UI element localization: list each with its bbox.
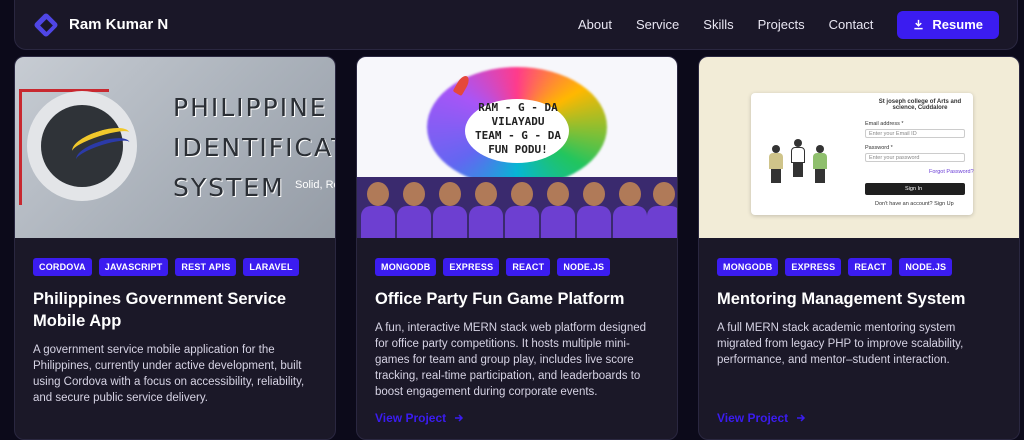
resume-label: Resume [932, 17, 983, 32]
forgot-password-link: Forgot Password? [929, 169, 974, 175]
email-label: Email address * [865, 121, 904, 127]
signin-button-label: Sign In [905, 186, 923, 192]
image-text-line: PHILIPPINE [173, 93, 328, 122]
nav-link-contact[interactable]: Contact [829, 17, 874, 32]
nav-link-projects[interactable]: Projects [758, 17, 805, 32]
brand-logo[interactable]: Ram Kumar N [33, 11, 169, 38]
nav-links: About Service Skills Projects Contact Re… [578, 10, 999, 39]
tech-tags: MONGODB EXPRESS REACT NODE.JS [375, 258, 659, 276]
project-description: A government service mobile application … [33, 344, 305, 404]
nav-link-about[interactable]: About [578, 17, 612, 32]
view-project-label: View Project [717, 411, 789, 425]
image-text-line: SYSTEM [173, 173, 285, 202]
image-text-line: IDENTIFICATI [173, 133, 335, 162]
login-form-preview: St joseph college of Arts and science, C… [751, 93, 974, 215]
tech-tags: MONGODB EXPRESS REACT NODE.JS [717, 258, 1001, 276]
tech-tag: CORDOVA [33, 258, 92, 276]
tech-tags: CORDOVA JAVASCRIPT REST APIS LARAVEL [33, 258, 317, 276]
download-icon [914, 19, 924, 30]
image-text-line: FUN PODU! [488, 143, 548, 156]
tech-tag: MONGODB [717, 258, 779, 276]
project-title: Mentoring Management System [717, 290, 966, 308]
project-image-office-party: RAM - G - DA VILAYADU TEAM - G - DA FUN … [357, 57, 677, 238]
project-description: A full MERN stack academic mentoring sys… [717, 322, 964, 366]
team-photo [357, 177, 677, 238]
project-image-mentoring: St joseph college of Arts and science, C… [699, 57, 1019, 238]
view-project-label: View Project [375, 411, 447, 425]
projects-grid: PHILIPPINE IDENTIFICATI SYSTEM Solid, Re… [14, 56, 1020, 440]
project-description: A fun, interactive MERN stack web platfo… [375, 322, 647, 398]
tech-tag: REACT [506, 258, 551, 276]
project-card: RAM - G - DA VILAYADU TEAM - G - DA FUN … [356, 56, 678, 440]
password-label: Password * [865, 145, 893, 151]
tech-tag: EXPRESS [785, 258, 842, 276]
project-card: St joseph college of Arts and science, C… [698, 56, 1020, 440]
arrow-right-icon [797, 414, 806, 422]
image-text-line: VILAYADU [491, 115, 545, 128]
college-name: St joseph college of Arts and science, C… [878, 99, 962, 111]
project-image-philippine-id: PHILIPPINE IDENTIFICATI SYSTEM Solid, Re [15, 57, 336, 238]
brand-name: Ram Kumar N [69, 16, 169, 33]
view-project-link[interactable]: View Project [717, 411, 806, 425]
arrow-right-icon [455, 414, 464, 422]
tech-tag: LARAVEL [243, 258, 299, 276]
image-subtext: Solid, Re [295, 179, 336, 191]
tech-tag: EXPRESS [443, 258, 500, 276]
tech-tag: REST APIS [175, 258, 237, 276]
project-title: Philippines Government Service Mobile Ap… [33, 290, 287, 330]
tech-tag: MONGODB [375, 258, 437, 276]
password-placeholder: Enter your password [869, 155, 920, 161]
resume-button[interactable]: Resume [897, 10, 999, 39]
diamond-logo-icon [33, 11, 59, 38]
image-text-line: RAM - G - DA [478, 101, 558, 114]
image-text-line: TEAM - G - DA [474, 129, 562, 142]
tech-tag: NODE.JS [899, 258, 953, 276]
tech-tag: REACT [848, 258, 893, 276]
nav-link-service[interactable]: Service [636, 17, 679, 32]
navbar: Ram Kumar N About Service Skills Project… [14, 0, 1018, 50]
tech-tag: JAVASCRIPT [98, 258, 169, 276]
email-placeholder: Enter your Email ID [869, 131, 917, 137]
view-project-link[interactable]: View Project [375, 411, 464, 425]
project-card: PHILIPPINE IDENTIFICATI SYSTEM Solid, Re… [14, 56, 336, 440]
tech-tag: NODE.JS [557, 258, 611, 276]
project-title: Office Party Fun Game Platform [375, 290, 625, 308]
nav-link-skills[interactable]: Skills [703, 17, 733, 32]
signup-prompt: Don't have an account? Sign Up [875, 201, 954, 207]
